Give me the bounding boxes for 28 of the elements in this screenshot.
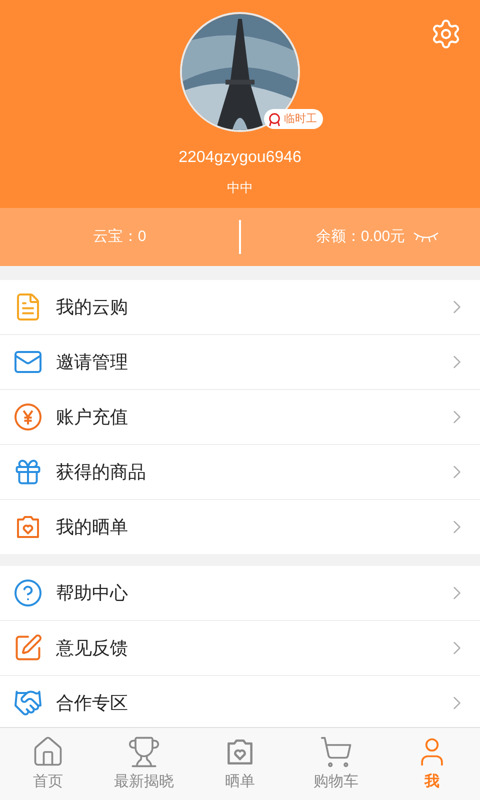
settings-icon[interactable] bbox=[430, 18, 462, 50]
balance-text: 余额：0.00元 bbox=[316, 226, 406, 247]
member-level: 中中 bbox=[227, 179, 253, 197]
menu-label: 账户充值 bbox=[56, 406, 129, 428]
menu-item[interactable]: 账户充值 bbox=[0, 390, 480, 444]
trophy-icon bbox=[127, 734, 161, 769]
menu-item[interactable]: 合作专区 bbox=[0, 676, 480, 727]
menu-label: 帮助中心 bbox=[56, 582, 129, 604]
username: 2204gzygou6946 bbox=[178, 148, 302, 168]
help-icon bbox=[12, 577, 44, 609]
menu-item[interactable]: 邀请管理 bbox=[0, 335, 480, 389]
menu-item[interactable]: 意见反馈 bbox=[0, 621, 480, 675]
points-text: 云宝：0 bbox=[92, 226, 146, 247]
menu-item[interactable]: 获得的商品 bbox=[0, 445, 480, 499]
closed-eye-icon[interactable] bbox=[412, 230, 440, 244]
menu-label: 邀请管理 bbox=[56, 350, 129, 374]
menu-label: 合作专区 bbox=[56, 692, 129, 714]
menu-item[interactable]: 帮助中心 bbox=[0, 566, 480, 620]
menu-label: 获得的商品 bbox=[56, 460, 147, 484]
menu-item[interactable]: 我的晒单 bbox=[0, 500, 480, 554]
ribbon-icon bbox=[267, 112, 282, 126]
menu-label: 我的晒单 bbox=[56, 516, 129, 538]
menu-item[interactable]: 我的云购 bbox=[0, 280, 480, 334]
yen-icon bbox=[12, 401, 44, 433]
cart-icon bbox=[319, 734, 353, 769]
menu-label: 意见反馈 bbox=[56, 636, 129, 660]
menu-label: 我的云购 bbox=[56, 296, 129, 318]
role-badge: 临时工 bbox=[264, 109, 323, 129]
